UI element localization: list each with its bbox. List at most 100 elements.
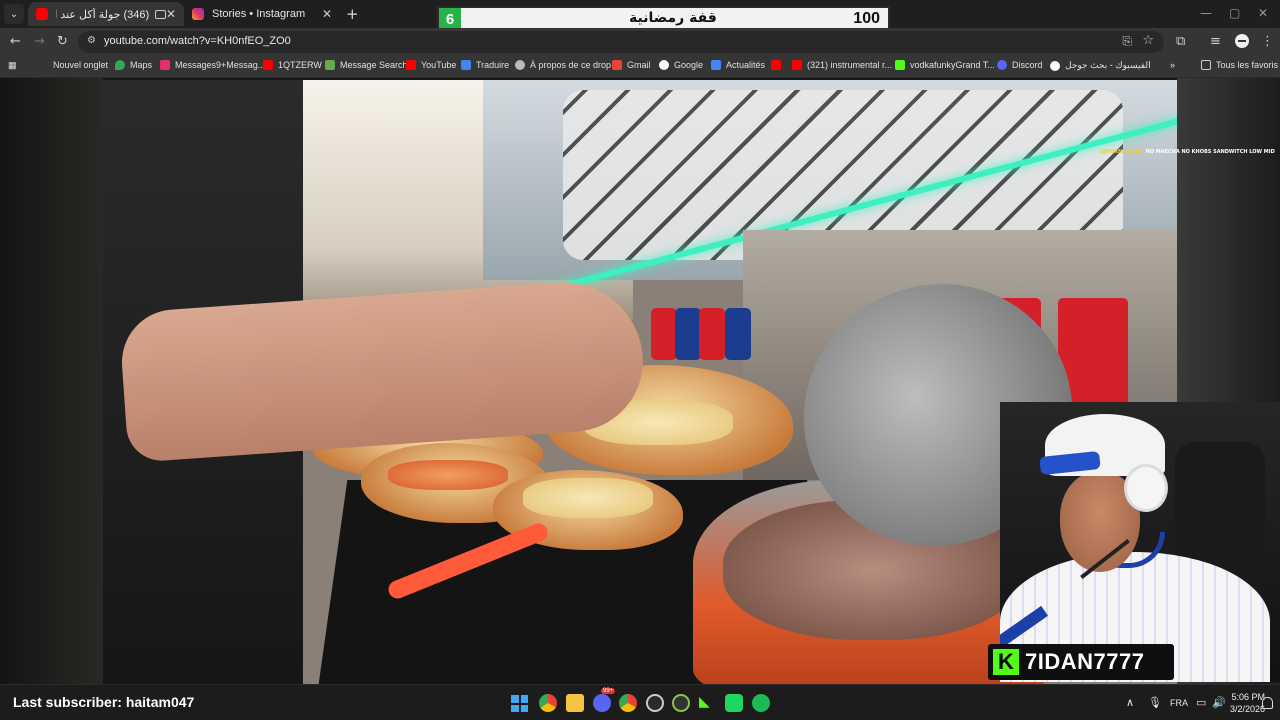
browser-toolbar: ← → ↻ ⚙ youtube.com/watch?v=KH0nfEO_ZO0 … xyxy=(0,28,1280,56)
notifications-icon[interactable] xyxy=(1262,697,1273,709)
apps-icon[interactable]: ▦ xyxy=(8,60,17,71)
language-indicator[interactable]: FRA xyxy=(1170,698,1188,708)
microphone-tray-icon[interactable]: 🎙 xyxy=(1148,696,1162,709)
gmail-icon xyxy=(612,60,622,70)
search-icon xyxy=(325,60,335,70)
bookmark-item[interactable]: Traduire xyxy=(461,60,509,70)
bookmark-item[interactable]: À propos de ce drop xyxy=(515,60,611,70)
kick-icon xyxy=(895,60,905,70)
tab-label: Stories • Instagram xyxy=(212,8,306,20)
app-icon[interactable] xyxy=(672,694,690,712)
install-icon[interactable]: ⎘ xyxy=(1122,34,1132,49)
site-info-icon[interactable]: ⚙ xyxy=(87,35,99,47)
notification-badge: 99+ xyxy=(601,688,616,694)
bookmark-label: Maps xyxy=(130,60,153,70)
bookmark-label: (321) instrumental r... xyxy=(807,60,893,70)
close-tab-icon[interactable]: ✕ xyxy=(322,7,332,21)
bookmark-item[interactable]: الفيسبوك - بحث جوجل xyxy=(1050,60,1151,71)
bookmark-label: YouTube xyxy=(421,60,457,70)
address-bar[interactable]: ⚙ youtube.com/watch?v=KH0nfEO_ZO0 ⎘ ☆ xyxy=(78,31,1164,53)
kick-icon[interactable]: ◣ xyxy=(699,694,717,712)
menu-icon[interactable]: ⋮ xyxy=(1261,34,1274,49)
bookmark-item[interactable]: Google xyxy=(659,60,703,70)
discord-icon[interactable] xyxy=(593,694,611,712)
bookmark-item[interactable]: Nouvel onglet xyxy=(53,60,108,70)
network-icon[interactable]: ▭ xyxy=(1196,696,1206,709)
close-window-icon[interactable]: ✕ xyxy=(1258,6,1268,20)
clock-time: 5:06 PM xyxy=(1231,692,1266,702)
bookmark-label: vodkafunkyGrand T... xyxy=(910,60,995,70)
bookmark-item[interactable]: Maps xyxy=(115,60,152,70)
media-icon xyxy=(155,9,166,19)
caption-text: NO MAECHA NO KHOBS SANDWITCH LOW MID xyxy=(1145,149,1275,155)
webcam-overlay xyxy=(1000,402,1280,682)
headphones-icon xyxy=(1124,464,1168,512)
bookmark-item[interactable]: YouTube xyxy=(406,60,456,70)
bookmark-label: الفيسبوك - بحث جوجل xyxy=(1065,60,1151,70)
discord-icon xyxy=(997,60,1007,70)
sandwich-filling xyxy=(523,478,653,518)
bookmark-item[interactable]: Messages9+Messag... xyxy=(160,60,265,70)
google-icon xyxy=(659,60,669,70)
bookmark-label: 1QTZERW xyxy=(278,60,322,70)
bookmark-star-icon[interactable]: ☆ xyxy=(1142,33,1154,48)
profile-avatar[interactable] xyxy=(1235,34,1249,48)
google-icon xyxy=(1050,60,1060,71)
bookmark-label: Actualités xyxy=(726,60,766,70)
soda-can xyxy=(675,308,701,360)
system-clock[interactable]: 5:06 PM 3/2/2026 xyxy=(1230,691,1265,715)
bookmark-item[interactable]: (321) instrumental r... xyxy=(792,60,892,70)
more-bookmarks-icon[interactable]: » xyxy=(1170,60,1175,70)
sandwich-filling xyxy=(388,460,508,490)
reading-list-icon[interactable]: ≡ xyxy=(1210,34,1221,49)
obs-icon[interactable] xyxy=(646,694,664,712)
bookmark-label: À propos de ce drop xyxy=(530,60,612,70)
translate-icon xyxy=(461,60,471,70)
bookmark-item[interactable]: vodkafunkyGrand T... xyxy=(895,60,995,70)
chrome-icon[interactable] xyxy=(539,694,557,712)
bookmark-item[interactable]: 1QTZERW xyxy=(263,60,322,70)
reload-icon[interactable]: ↻ xyxy=(57,34,68,49)
extensions-icon[interactable]: ⧉ xyxy=(1176,34,1185,49)
back-icon[interactable]: ← xyxy=(10,34,21,49)
soda-can xyxy=(725,308,751,360)
youtube-icon xyxy=(263,60,273,70)
streamlabs-icon[interactable] xyxy=(725,694,743,712)
close-tab-icon[interactable]: ✕ xyxy=(166,7,176,21)
bookmark-item[interactable]: Discord xyxy=(997,60,1043,70)
tab-instagram[interactable]: Stories • Instagram ✕ xyxy=(184,2,340,26)
youtube-icon xyxy=(771,60,781,70)
bookmark-item[interactable]: Actualités xyxy=(711,60,765,70)
forward-icon[interactable]: → xyxy=(34,34,45,49)
file-explorer-icon[interactable] xyxy=(566,694,584,712)
bookmark-label: Gmail xyxy=(627,60,651,70)
spotify-icon[interactable] xyxy=(752,694,770,712)
kick-badge: K 7IDAN7777 xyxy=(988,644,1174,680)
bookmark-label: Traduire xyxy=(476,60,510,70)
tab-youtube[interactable]: (346) جولة أكل عند احسن ب... ✕ xyxy=(28,2,184,26)
all-bookmarks[interactable]: Tous les favoris xyxy=(1201,60,1278,70)
video-caption: @JOURNALISTE NO MAECHA NO KHOBS SANDWITCH… xyxy=(1099,149,1275,155)
bookmark-item[interactable]: Message Search xyxy=(325,60,408,70)
maximize-icon[interactable]: ▢ xyxy=(1229,6,1240,20)
minimize-icon[interactable]: — xyxy=(1200,6,1212,20)
bookmark-item[interactable]: Gmail xyxy=(612,60,651,70)
new-tab-button[interactable]: + xyxy=(346,5,359,23)
bookmarks-bar: ▦ Nouvel onglet Maps Messages9+Messag...… xyxy=(0,56,1280,78)
overlay-title: قفة رمضانية xyxy=(629,10,717,26)
overlay-points: 100 xyxy=(853,10,880,27)
folder-icon xyxy=(1201,60,1211,70)
start-button[interactable] xyxy=(511,695,528,712)
tray-overflow-icon[interactable]: ∧ xyxy=(1126,696,1134,709)
bookmark-label: Google xyxy=(674,60,704,70)
volume-icon[interactable]: 🔊 xyxy=(1212,696,1226,709)
bookmark-label: Nouvel onglet xyxy=(53,60,109,70)
chrome-icon[interactable] xyxy=(619,694,637,712)
background-left xyxy=(0,78,103,684)
kick-logo-icon: K xyxy=(993,649,1019,675)
tab-label: (346) جولة أكل عند احسن ب... xyxy=(56,8,150,21)
bookmark-label: Messages9+Messag... xyxy=(175,60,266,70)
maps-icon xyxy=(115,60,125,70)
tab-search-button[interactable]: ⌄ xyxy=(4,4,24,24)
bookmark-item[interactable] xyxy=(771,60,786,70)
